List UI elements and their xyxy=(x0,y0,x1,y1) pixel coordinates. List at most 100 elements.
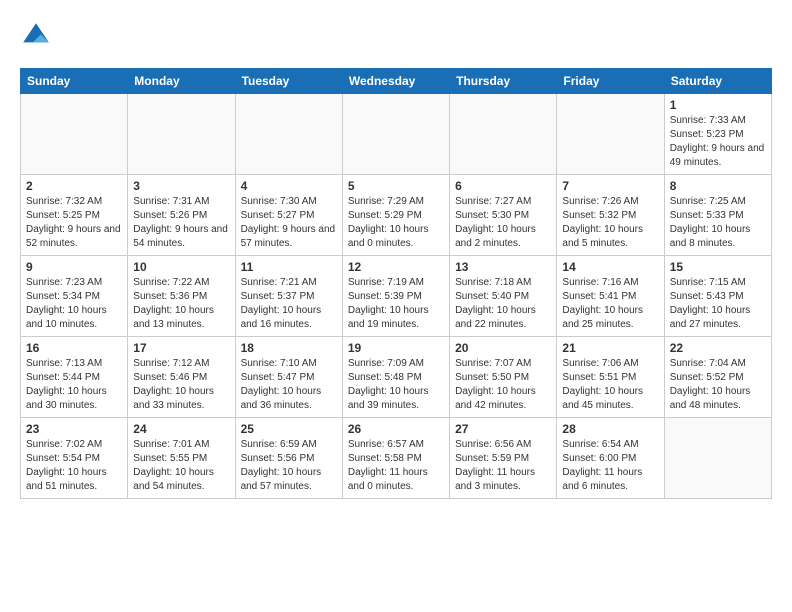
day-number: 9 xyxy=(26,260,122,274)
day-number: 4 xyxy=(241,179,337,193)
day-info: Sunrise: 7:29 AM Sunset: 5:29 PM Dayligh… xyxy=(348,195,444,251)
day-number: 5 xyxy=(348,179,444,193)
calendar-cell: 18Sunrise: 7:10 AM Sunset: 5:47 PM Dayli… xyxy=(235,337,342,418)
calendar-cell: 11 Sunrise: 7:21 AM Sunset: 5:37 PM Dayli… xyxy=(235,256,342,337)
day-number: 20 xyxy=(455,341,551,355)
day-number: 24 xyxy=(133,422,229,436)
day-number: 26 xyxy=(348,422,444,436)
calendar-cell: 13 Sunrise: 7:18 AM Sunset: 5:40 PM Dayli… xyxy=(450,256,557,337)
calendar-cell: 10 Sunrise: 7:22 AM Sunset: 5:36 PM Dayli… xyxy=(128,256,235,337)
calendar-cell: 4 Sunrise: 7:30 AM Sunset: 5:27 PM Daylig… xyxy=(235,175,342,256)
day-number: 2 xyxy=(26,179,122,193)
logo-icon xyxy=(20,20,52,52)
weekday-header-friday: Friday xyxy=(557,69,664,94)
day-number: 25 xyxy=(241,422,337,436)
weekday-header-tuesday: Tuesday xyxy=(235,69,342,94)
day-info: Sunrise: 7:23 AM Sunset: 5:34 PM Dayligh… xyxy=(26,276,122,332)
day-number: 3 xyxy=(133,179,229,193)
calendar-cell: 17 Sunrise: 7:12 AM Sunset: 5:46 PM Dayli… xyxy=(128,337,235,418)
day-info: Sunrise: 7:32 AM Sunset: 5:25 PM Dayligh… xyxy=(26,195,122,251)
calendar-cell: 27 Sunrise: 6:56 AM Sunset: 5:59 PM Dayli… xyxy=(450,418,557,499)
weekday-header-monday: Monday xyxy=(128,69,235,94)
day-info: Sunrise: 7:01 AM Sunset: 5:55 PM Dayligh… xyxy=(133,438,229,494)
day-info: Sunrise: 7:25 AM Sunset: 5:33 PM Dayligh… xyxy=(670,195,766,251)
calendar-cell: 3 Sunrise: 7:31 AM Sunset: 5:26 PM Daylig… xyxy=(128,175,235,256)
day-info: Sunrise: 7:16 AM Sunset: 5:41 PM Dayligh… xyxy=(562,276,658,332)
day-info: Sunrise: 7:33 AM Sunset: 5:23 PM Dayligh… xyxy=(670,114,766,170)
calendar-cell: 2 Sunrise: 7:32 AM Sunset: 5:25 PM Daylig… xyxy=(21,175,128,256)
day-info: Sunrise: 6:57 AM Sunset: 5:58 PM Dayligh… xyxy=(348,438,444,494)
calendar-cell xyxy=(450,94,557,175)
day-number: 27 xyxy=(455,422,551,436)
day-info: Sunrise: 7:13 AM Sunset: 5:44 PM Dayligh… xyxy=(26,357,122,413)
day-number: 21 xyxy=(562,341,658,355)
calendar-cell: 19 Sunrise: 7:09 AM Sunset: 5:48 PM Dayli… xyxy=(342,337,449,418)
day-info: Sunrise: 7:19 AM Sunset: 5:39 PM Dayligh… xyxy=(348,276,444,332)
day-number: 12 xyxy=(348,260,444,274)
day-info: Sunrise: 7:07 AM Sunset: 5:50 PM Dayligh… xyxy=(455,357,551,413)
day-number: 1 xyxy=(670,98,766,112)
calendar-cell: 26 Sunrise: 6:57 AM Sunset: 5:58 PM Dayli… xyxy=(342,418,449,499)
page-header xyxy=(20,20,772,52)
calendar-cell xyxy=(21,94,128,175)
day-info: Sunrise: 6:56 AM Sunset: 5:59 PM Dayligh… xyxy=(455,438,551,494)
day-info: Sunrise: 7:30 AM Sunset: 5:27 PM Dayligh… xyxy=(241,195,337,251)
day-number: 17 xyxy=(133,341,229,355)
calendar-cell xyxy=(235,94,342,175)
day-number: 8 xyxy=(670,179,766,193)
calendar-cell xyxy=(557,94,664,175)
day-number: 14 xyxy=(562,260,658,274)
day-number: 16 xyxy=(26,341,122,355)
day-number: 10 xyxy=(133,260,229,274)
calendar-cell: 16 Sunrise: 7:13 AM Sunset: 5:44 PM Dayli… xyxy=(21,337,128,418)
calendar-cell: 6 Sunrise: 7:27 AM Sunset: 5:30 PM Daylig… xyxy=(450,175,557,256)
weekday-header-saturday: Saturday xyxy=(664,69,771,94)
calendar-cell: 5 Sunrise: 7:29 AM Sunset: 5:29 PM Daylig… xyxy=(342,175,449,256)
day-number: 15 xyxy=(670,260,766,274)
calendar-cell: 28 Sunrise: 6:54 AM Sunset: 6:00 PM Dayli… xyxy=(557,418,664,499)
day-info: Sunrise: 7:06 AM Sunset: 5:51 PM Dayligh… xyxy=(562,357,658,413)
day-info: Sunrise: 7:21 AM Sunset: 5:37 PM Dayligh… xyxy=(241,276,337,332)
calendar-cell: 23 Sunrise: 7:02 AM Sunset: 5:54 PM Dayli… xyxy=(21,418,128,499)
day-info: Sunrise: 7:27 AM Sunset: 5:30 PM Dayligh… xyxy=(455,195,551,251)
logo xyxy=(20,20,56,52)
day-number: 6 xyxy=(455,179,551,193)
day-number: 22 xyxy=(670,341,766,355)
calendar-cell xyxy=(128,94,235,175)
calendar-cell xyxy=(664,418,771,499)
day-info: Sunrise: 7:26 AM Sunset: 5:32 PM Dayligh… xyxy=(562,195,658,251)
calendar: SundayMondayTuesdayWednesdayThursdayFrid… xyxy=(20,68,772,499)
day-info: Sunrise: 7:22 AM Sunset: 5:36 PM Dayligh… xyxy=(133,276,229,332)
day-number: 13 xyxy=(455,260,551,274)
weekday-header-sunday: Sunday xyxy=(21,69,128,94)
weekday-header-wednesday: Wednesday xyxy=(342,69,449,94)
day-number: 28 xyxy=(562,422,658,436)
day-info: Sunrise: 7:15 AM Sunset: 5:43 PM Dayligh… xyxy=(670,276,766,332)
day-info: Sunrise: 7:02 AM Sunset: 5:54 PM Dayligh… xyxy=(26,438,122,494)
day-info: Sunrise: 7:09 AM Sunset: 5:48 PM Dayligh… xyxy=(348,357,444,413)
calendar-cell: 21 Sunrise: 7:06 AM Sunset: 5:51 PM Dayli… xyxy=(557,337,664,418)
day-number: 23 xyxy=(26,422,122,436)
day-info: Sunrise: 7:18 AM Sunset: 5:40 PM Dayligh… xyxy=(455,276,551,332)
day-number: 11 xyxy=(241,260,337,274)
day-info: Sunrise: 7:12 AM Sunset: 5:46 PM Dayligh… xyxy=(133,357,229,413)
day-info: Sunrise: 6:59 AM Sunset: 5:56 PM Dayligh… xyxy=(241,438,337,494)
day-info: Sunrise: 7:31 AM Sunset: 5:26 PM Dayligh… xyxy=(133,195,229,251)
calendar-cell: 9 Sunrise: 7:23 AM Sunset: 5:34 PM Daylig… xyxy=(21,256,128,337)
calendar-cell: 15 Sunrise: 7:15 AM Sunset: 5:43 PM Dayli… xyxy=(664,256,771,337)
calendar-cell: 25 Sunrise: 6:59 AM Sunset: 5:56 PM Dayli… xyxy=(235,418,342,499)
calendar-cell: 22 Sunrise: 7:04 AM Sunset: 5:52 PM Dayli… xyxy=(664,337,771,418)
day-number: 19 xyxy=(348,341,444,355)
calendar-cell: 20 Sunrise: 7:07 AM Sunset: 5:50 PM Dayli… xyxy=(450,337,557,418)
calendar-cell: 24 Sunrise: 7:01 AM Sunset: 5:55 PM Dayli… xyxy=(128,418,235,499)
calendar-cell: 14 Sunrise: 7:16 AM Sunset: 5:41 PM Dayli… xyxy=(557,256,664,337)
weekday-header-thursday: Thursday xyxy=(450,69,557,94)
day-number: 18 xyxy=(241,341,337,355)
calendar-cell: 12 Sunrise: 7:19 AM Sunset: 5:39 PM Dayli… xyxy=(342,256,449,337)
calendar-cell: 8 Sunrise: 7:25 AM Sunset: 5:33 PM Daylig… xyxy=(664,175,771,256)
day-info: Sunrise: 7:04 AM Sunset: 5:52 PM Dayligh… xyxy=(670,357,766,413)
calendar-cell: 7Sunrise: 7:26 AM Sunset: 5:32 PM Daylig… xyxy=(557,175,664,256)
day-info: Sunrise: 6:54 AM Sunset: 6:00 PM Dayligh… xyxy=(562,438,658,494)
calendar-cell xyxy=(342,94,449,175)
calendar-cell: 1 Sunrise: 7:33 AM Sunset: 5:23 PM Daylig… xyxy=(664,94,771,175)
